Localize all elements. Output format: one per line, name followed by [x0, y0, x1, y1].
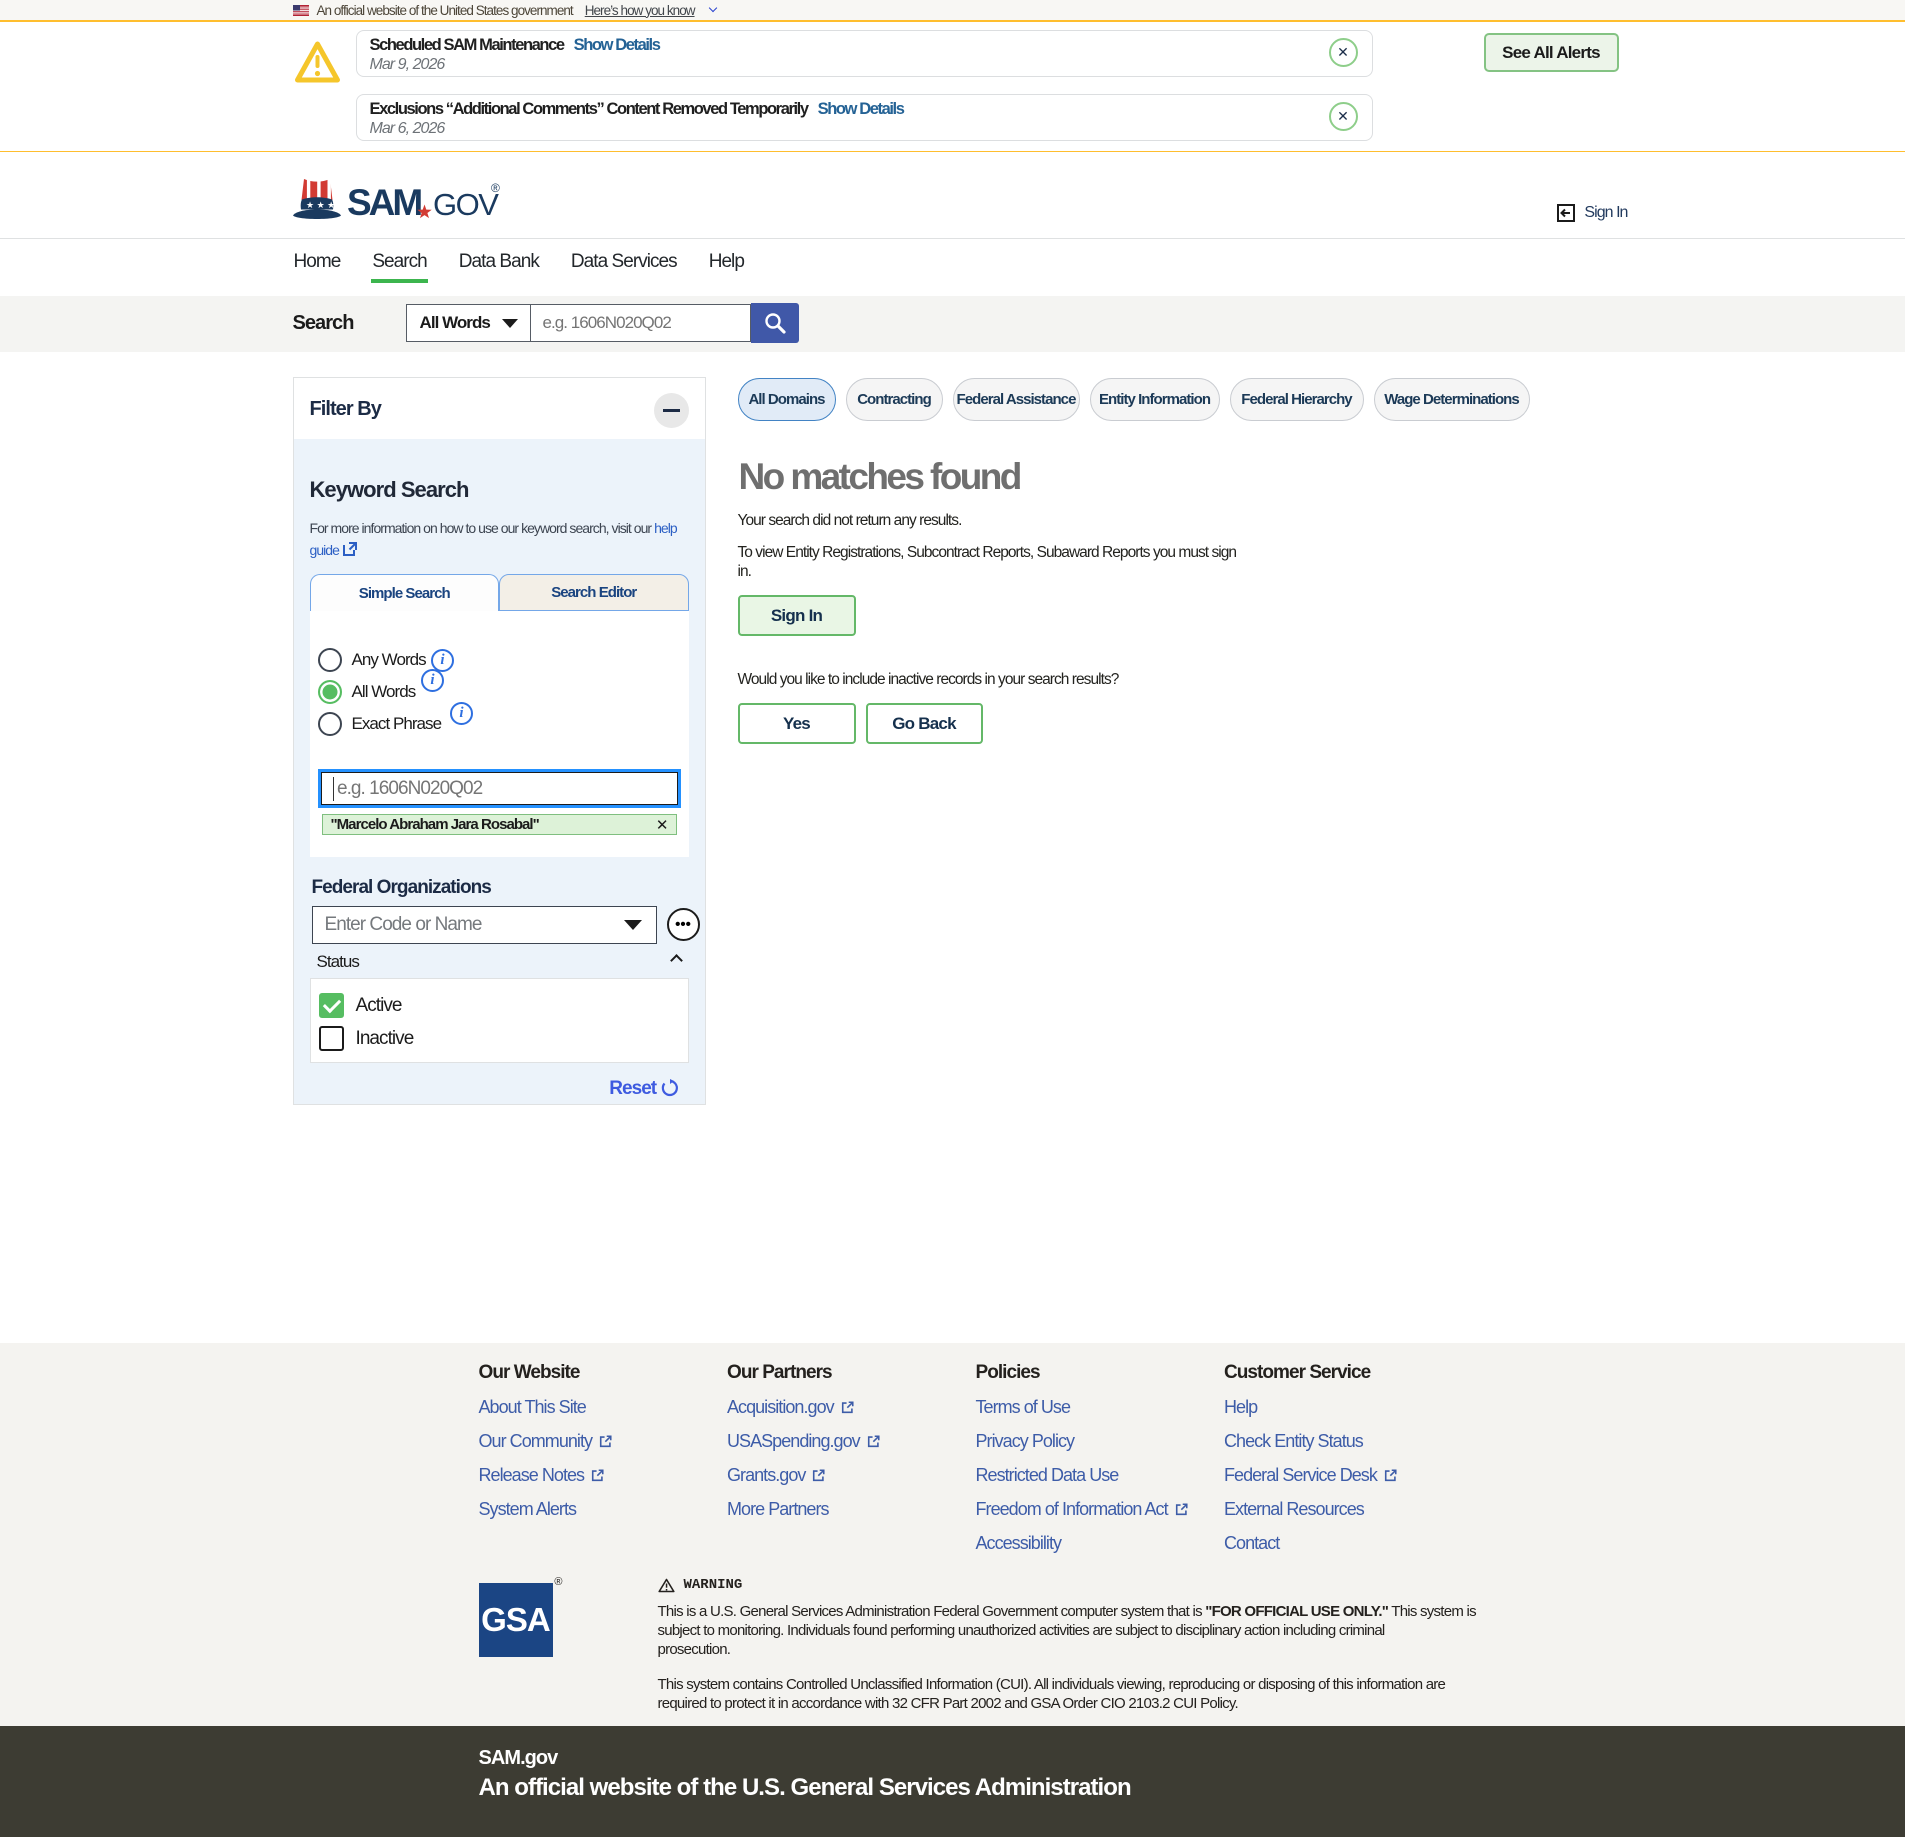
svg-text:GOV: GOV [433, 187, 499, 222]
svg-text:®: ® [491, 181, 500, 195]
svg-text:SAM: SAM [347, 182, 421, 222]
svg-text:★★★: ★★★ [306, 200, 338, 210]
